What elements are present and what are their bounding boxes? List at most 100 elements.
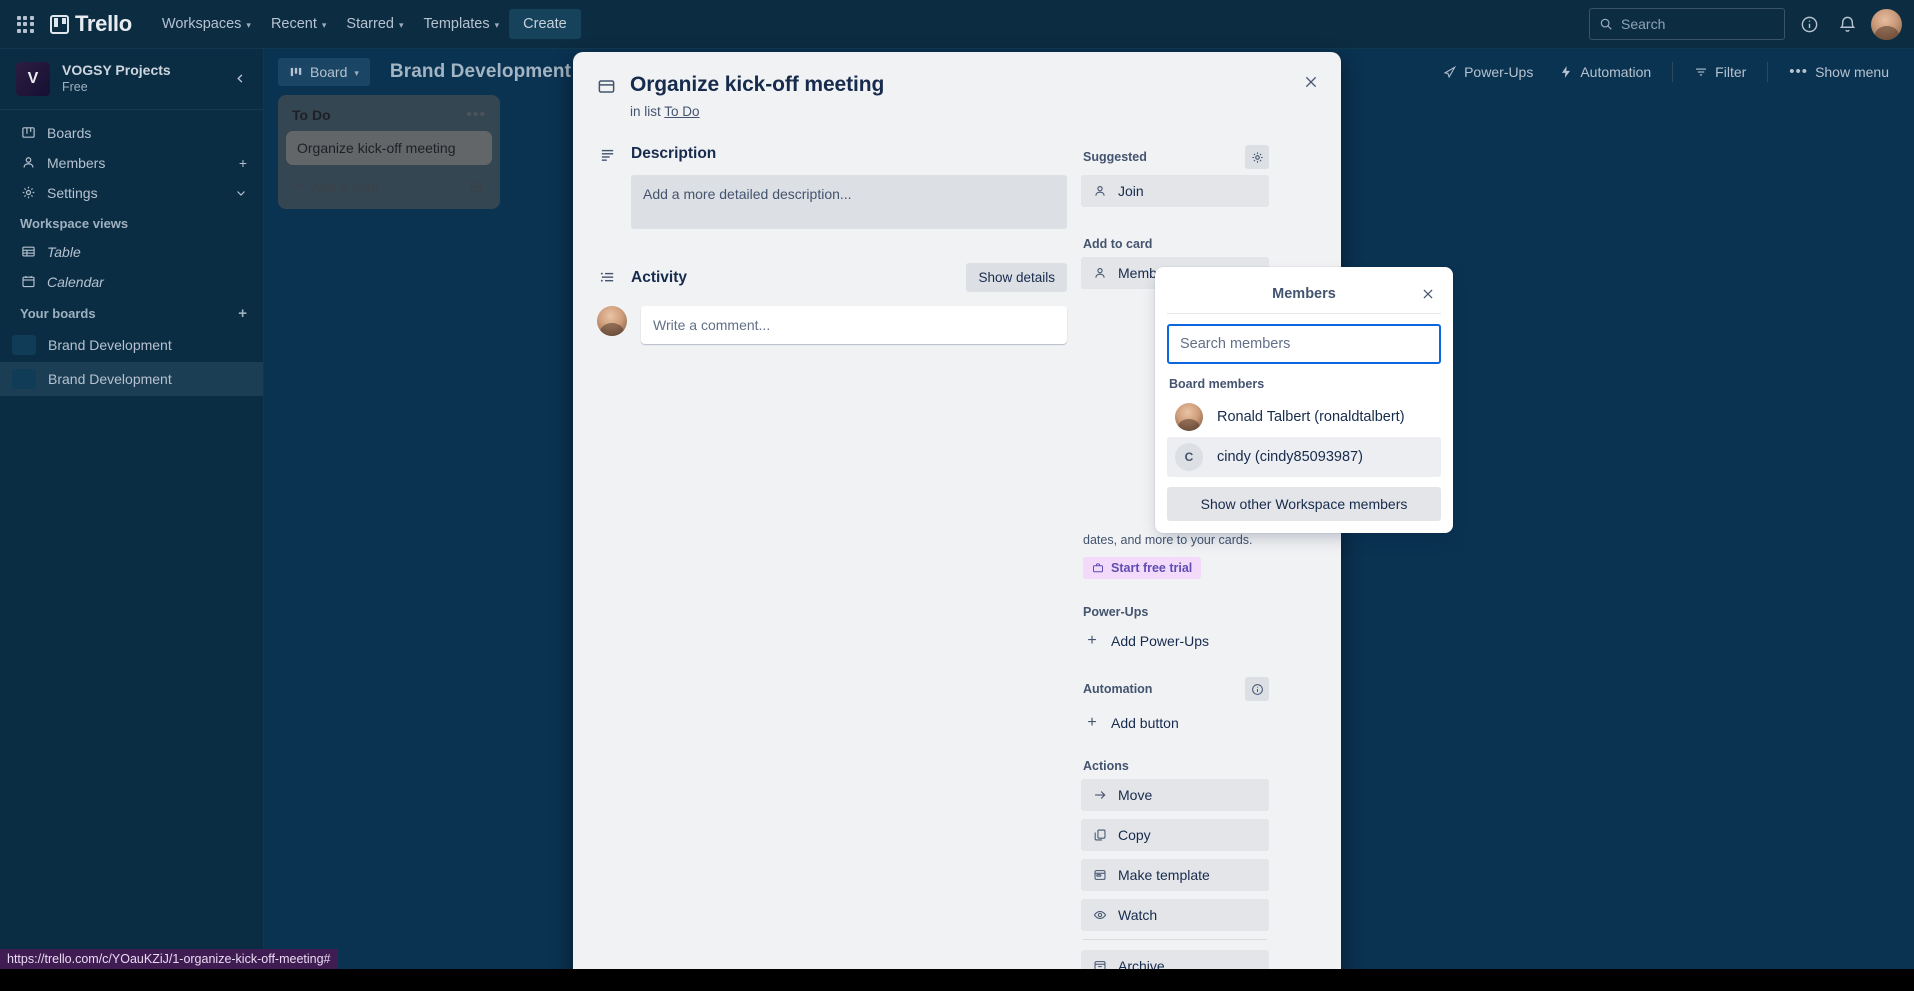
- trello-app: Trello Workspaces ▾ Recent ▾ Starred ▾ T…: [0, 0, 1914, 991]
- watch-button[interactable]: Watch: [1081, 899, 1269, 932]
- show-details-button[interactable]: Show details: [966, 263, 1067, 293]
- board-powerups-button[interactable]: Power-Ups: [1432, 58, 1544, 86]
- plus-icon: +: [294, 178, 304, 195]
- bell-icon[interactable]: [1833, 10, 1861, 38]
- list-footer: + Add a card: [286, 173, 492, 201]
- top-navigation-right: Search: [1589, 8, 1902, 40]
- sidebar-item-members[interactable]: Members +: [8, 148, 255, 178]
- members-popover-header: Members: [1167, 279, 1441, 309]
- in-list-link[interactable]: To Do: [664, 104, 699, 119]
- sidebar-board-item[interactable]: Brand Development: [0, 328, 263, 362]
- add-card-label: Add a card: [311, 179, 380, 195]
- join-button[interactable]: Join: [1081, 175, 1269, 208]
- show-other-workspace-members-button[interactable]: Show other Workspace members: [1167, 487, 1441, 521]
- member-name: cindy (cindy85093987): [1217, 449, 1363, 465]
- card-title[interactable]: Organize kick-off meeting: [630, 72, 884, 98]
- sidebar-item-table-label: Table: [47, 243, 81, 260]
- comment-avatar: [597, 306, 627, 337]
- member-list-item[interactable]: C cindy (cindy85093987): [1167, 437, 1441, 477]
- add-board-icon[interactable]: +: [238, 305, 247, 322]
- info-icon[interactable]: [1795, 10, 1823, 38]
- nav-templates[interactable]: Templates ▾: [414, 9, 510, 39]
- board-toolbar-right: Power-Ups Automation Filter ••• Show men…: [1432, 58, 1900, 86]
- board-show-menu-button[interactable]: ••• Show menu: [1778, 58, 1900, 86]
- trello-logo[interactable]: Trello: [44, 7, 138, 41]
- suggested-settings-gear-icon[interactable]: [1245, 145, 1269, 170]
- chevron-down-icon: ▾: [494, 19, 500, 30]
- start-free-trial-button[interactable]: Start free trial: [1083, 557, 1202, 580]
- description-heading: Description: [631, 145, 717, 163]
- chevron-down-icon[interactable]: [235, 187, 247, 199]
- move-button[interactable]: Move: [1081, 779, 1269, 812]
- workspace-plan: Free: [62, 80, 88, 95]
- card-template-icon[interactable]: [464, 176, 488, 198]
- search-input[interactable]: Search: [1589, 8, 1785, 40]
- sidebar-item-settings[interactable]: Settings: [8, 178, 255, 208]
- comment-input[interactable]: Write a comment...: [641, 306, 1067, 345]
- sidebar-item-boards[interactable]: Boards: [8, 118, 255, 148]
- workspace-logo: V: [16, 61, 50, 96]
- add-automation-button[interactable]: + Add button: [1081, 707, 1269, 739]
- add-member-icon[interactable]: +: [239, 155, 247, 171]
- sidebar-item-table[interactable]: Table: [8, 237, 255, 267]
- card-header-text: Organize kick-off meeting in list To Do: [630, 72, 884, 119]
- card-close-button[interactable]: [1295, 66, 1327, 98]
- sidebar-item-calendar[interactable]: Calendar: [8, 267, 255, 297]
- filter-icon: [1696, 68, 1707, 76]
- copy-label: Copy: [1118, 827, 1151, 844]
- sidebar-board-item-active[interactable]: Brand Development: [0, 361, 263, 396]
- board-view-switcher[interactable]: Board ▾: [278, 58, 370, 86]
- copy-button[interactable]: Copy: [1081, 819, 1269, 852]
- rocket-icon: [1443, 65, 1457, 79]
- template-icon: [1092, 868, 1108, 882]
- toolbar-divider: [1672, 62, 1674, 82]
- powerups-label: Power-Ups: [1083, 605, 1149, 620]
- sidebar-board-label: Brand Development: [48, 336, 172, 353]
- chevron-down-icon: ▾: [354, 67, 359, 78]
- make-template-button[interactable]: Make template: [1081, 859, 1269, 892]
- toolbar-divider: [1767, 62, 1769, 82]
- comment-row: Write a comment...: [597, 306, 1067, 345]
- nav-workspaces[interactable]: Workspaces ▾: [152, 9, 261, 39]
- user-avatar[interactable]: [1871, 8, 1902, 40]
- members-popover-close-button[interactable]: [1415, 281, 1441, 307]
- sidebar-board-label: Brand Development: [48, 370, 172, 387]
- nav-recent[interactable]: Recent ▾: [261, 9, 336, 39]
- suggested-label: Suggested: [1083, 150, 1147, 165]
- add-card-button[interactable]: + Add a card: [290, 175, 464, 199]
- create-button[interactable]: Create: [509, 9, 581, 39]
- description-input[interactable]: Add a more detailed description...: [631, 175, 1067, 230]
- search-members-input[interactable]: [1167, 324, 1441, 364]
- trello-mark-icon: [50, 14, 69, 34]
- sidebar-nav: Boards Members + Settings Workspace view…: [0, 110, 263, 328]
- calendar-icon: [20, 274, 37, 289]
- add-powerups-button[interactable]: + Add Power-Ups: [1081, 625, 1269, 657]
- sidebar-item-calendar-label: Calendar: [47, 273, 104, 290]
- list-title: To Do: [292, 107, 331, 123]
- board-automation-button[interactable]: Automation: [1548, 58, 1662, 86]
- description-icon: [597, 146, 617, 163]
- workspace-name: VOGSY Projects: [62, 62, 171, 78]
- board-powerups-label: Power-Ups: [1464, 64, 1534, 80]
- add-powerups-label: Add Power-Ups: [1111, 633, 1210, 650]
- copy-icon: [1092, 828, 1108, 842]
- board-thumbnail: [12, 334, 36, 355]
- nav-starred[interactable]: Starred ▾: [336, 9, 413, 39]
- browser-bottom-bar: [0, 969, 1914, 991]
- plus-icon: +: [1087, 632, 1097, 650]
- automation-info-icon[interactable]: [1245, 677, 1269, 702]
- card-header: Organize kick-off meeting in list To Do: [573, 52, 1341, 119]
- member-list-item[interactable]: Ronald Talbert (ronaldtalbert): [1167, 397, 1441, 437]
- workspace-header[interactable]: V VOGSY Projects Free: [0, 49, 263, 110]
- suggested-label-row: Suggested: [1083, 145, 1269, 170]
- board-card[interactable]: Organize kick-off meeting: [286, 131, 492, 165]
- board-automation-label: Automation: [1580, 64, 1652, 80]
- card-side-column: Suggested Join Add to card Members dates…: [1081, 137, 1269, 990]
- person-icon: [20, 155, 37, 170]
- grid-apps-icon[interactable]: [12, 11, 38, 37]
- board-filter-button[interactable]: Filter: [1683, 58, 1757, 86]
- board-view-label: Board: [310, 64, 348, 80]
- sidebar-collapse-button[interactable]: [227, 66, 253, 92]
